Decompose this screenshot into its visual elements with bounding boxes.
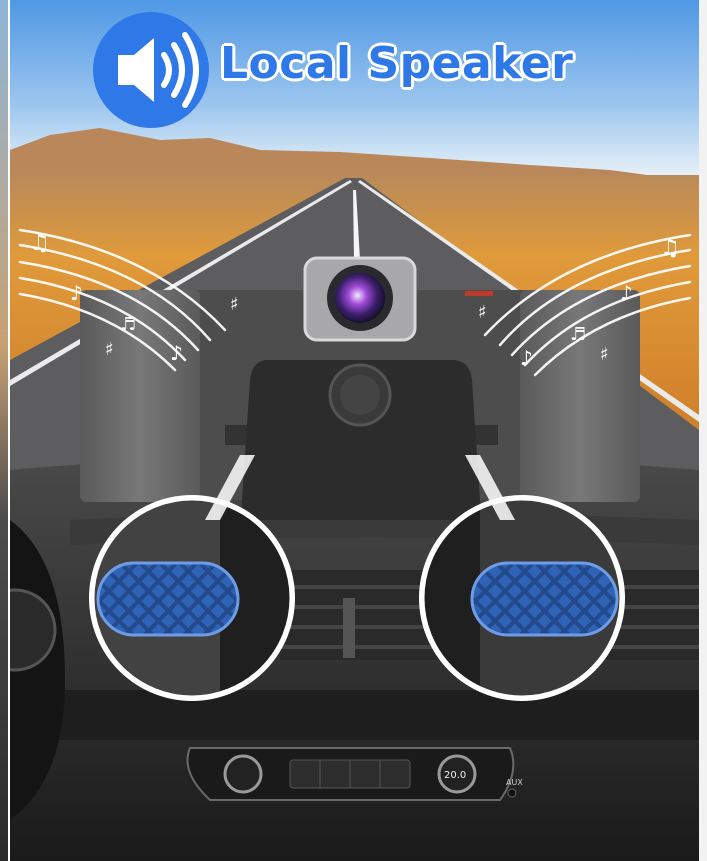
svg-text:♯: ♯ xyxy=(230,294,239,315)
speaker-icon xyxy=(93,12,209,128)
aux-port xyxy=(507,788,517,798)
right-edge-strip xyxy=(699,0,707,861)
svg-text:♪: ♪ xyxy=(620,281,633,305)
temperature-display: 20.0 xyxy=(444,770,466,781)
svg-text:♪: ♪ xyxy=(170,341,183,365)
left-speaker-grille-mesh xyxy=(96,561,240,637)
svg-text:♪: ♪ xyxy=(520,346,533,370)
svg-text:♪: ♪ xyxy=(70,281,83,305)
mount-knob-inner xyxy=(340,375,380,415)
svg-text:♯: ♯ xyxy=(105,339,114,360)
svg-text:♫: ♫ xyxy=(30,231,50,256)
svg-text:♬: ♬ xyxy=(120,314,136,335)
scene-illustration: 20.0 AUX ♫ ♪ ♬ ♪ ♯ ♯ ♫ ♪ ♬ ♪ ♯ ♯ xyxy=(10,0,699,861)
dash-lower-panel xyxy=(50,690,699,740)
product-scene: 20.0 AUX ♫ ♪ ♬ ♪ ♯ ♯ ♫ ♪ ♬ ♪ ♯ ♯ xyxy=(10,0,699,861)
right-speaker-grille-mesh xyxy=(470,561,619,637)
aux-label: AUX xyxy=(506,778,523,787)
status-light xyxy=(465,291,493,296)
camera-lens xyxy=(335,273,385,323)
svg-text:♯: ♯ xyxy=(600,344,609,365)
climate-console: 20.0 xyxy=(186,747,515,801)
svg-text:♬: ♬ xyxy=(570,324,586,345)
svg-text:♫: ♫ xyxy=(660,236,680,261)
left-edge-strip xyxy=(0,0,8,861)
page-title: Local Speaker xyxy=(220,38,574,89)
svg-text:♯: ♯ xyxy=(478,302,487,323)
